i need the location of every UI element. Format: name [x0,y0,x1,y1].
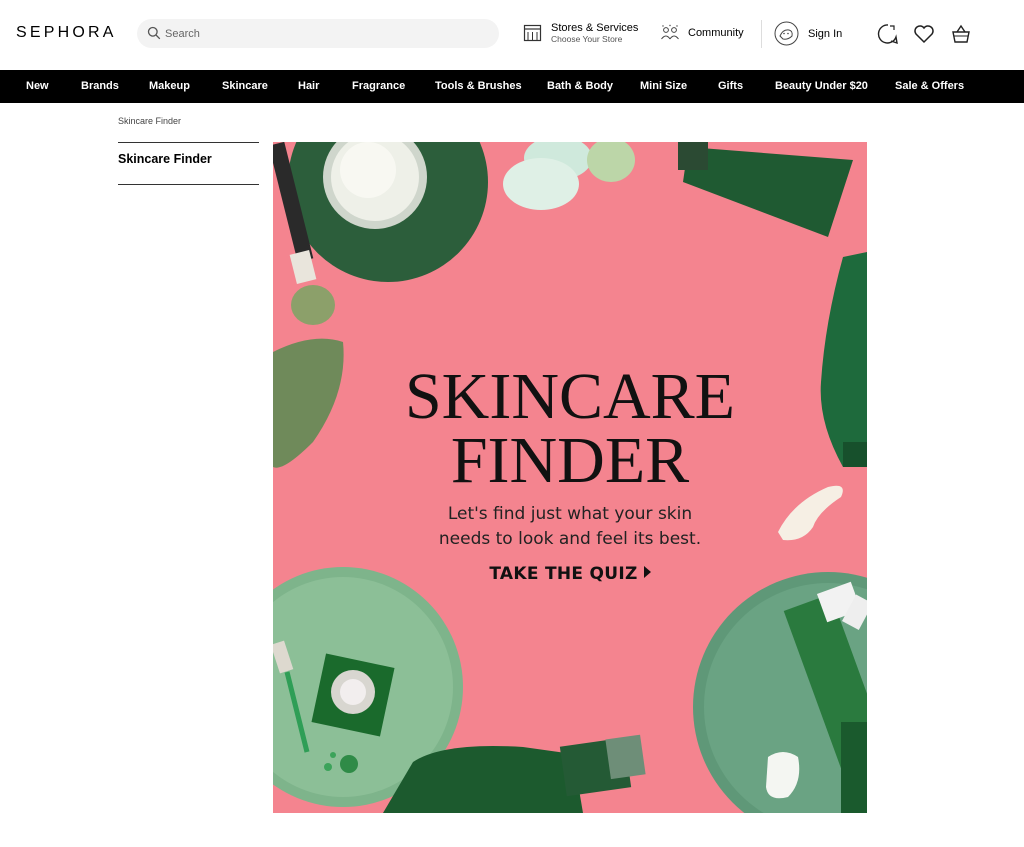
breadcrumb[interactable]: Skincare Finder [118,116,181,126]
search-icon [147,26,161,40]
nav-item-tools-brushes[interactable]: Tools & Brushes [435,70,522,103]
nav-item-skincare[interactable]: Skincare [222,70,268,103]
community-icon [661,24,679,40]
sign-in-link[interactable]: Sign In [774,21,842,46]
stores-services-label: Stores & Services [551,22,639,34]
nav-item-new[interactable]: New [26,70,49,103]
nav-item-mini-size[interactable]: Mini Size [640,70,687,103]
nav-item-makeup[interactable]: Makeup [149,70,190,103]
main-nav: New Brands Makeup Skincare Hair Fragranc… [0,70,1024,103]
header-divider [761,20,762,48]
nav-item-brands[interactable]: Brands [81,70,119,103]
skincare-finder-hero-banner[interactable]: SKINCARE FINDER Let's find just what you… [273,142,867,813]
hero-subtitle-line-1: Let's find just what your skin [447,504,693,524]
nav-item-hair[interactable]: Hair [298,70,319,103]
hero-title-line-2: FINDER [450,424,690,497]
sidebar-divider-bottom [118,184,259,185]
chat-icon[interactable] [877,23,899,45]
community-link[interactable]: Community [660,24,744,42]
sign-in-label: Sign In [808,27,843,40]
nav-item-fragrance[interactable]: Fragrance [352,70,405,103]
nav-item-beauty-under-20[interactable]: Beauty Under $20 [775,70,868,103]
nav-item-gifts[interactable]: Gifts [718,70,743,103]
sidebar-item-skincare-finder[interactable]: Skincare Finder [118,152,212,166]
site-header: SEPHORA Stores & Services Choose Your St… [0,0,1024,70]
take-the-quiz-label: TAKE THE QUIZ [489,564,638,584]
community-label: Community [688,27,744,39]
stores-services-link[interactable]: Stores & Services Choose Your Store [523,22,638,44]
choose-store-label: Choose Your Store [551,34,623,44]
basket-icon[interactable] [950,23,972,45]
search-bar[interactable] [137,19,499,48]
nav-item-sale-offers[interactable]: Sale & Offers [895,70,964,103]
heart-icon[interactable] [913,23,935,45]
hero-subtitle-line-2: needs to look and feel its best. [438,529,702,549]
play-arrow-icon [643,566,651,578]
store-icon [523,24,542,42]
avatar-icon [774,21,799,46]
search-input[interactable] [165,19,485,48]
nav-item-bath-body[interactable]: Bath & Body [547,70,613,103]
sephora-logo[interactable]: SEPHORA [16,24,117,42]
sidebar-divider-top [118,142,259,143]
hero-title-line-1: SKINCARE [404,360,736,433]
take-the-quiz-link[interactable]: TAKE THE QUIZ [273,564,867,584]
